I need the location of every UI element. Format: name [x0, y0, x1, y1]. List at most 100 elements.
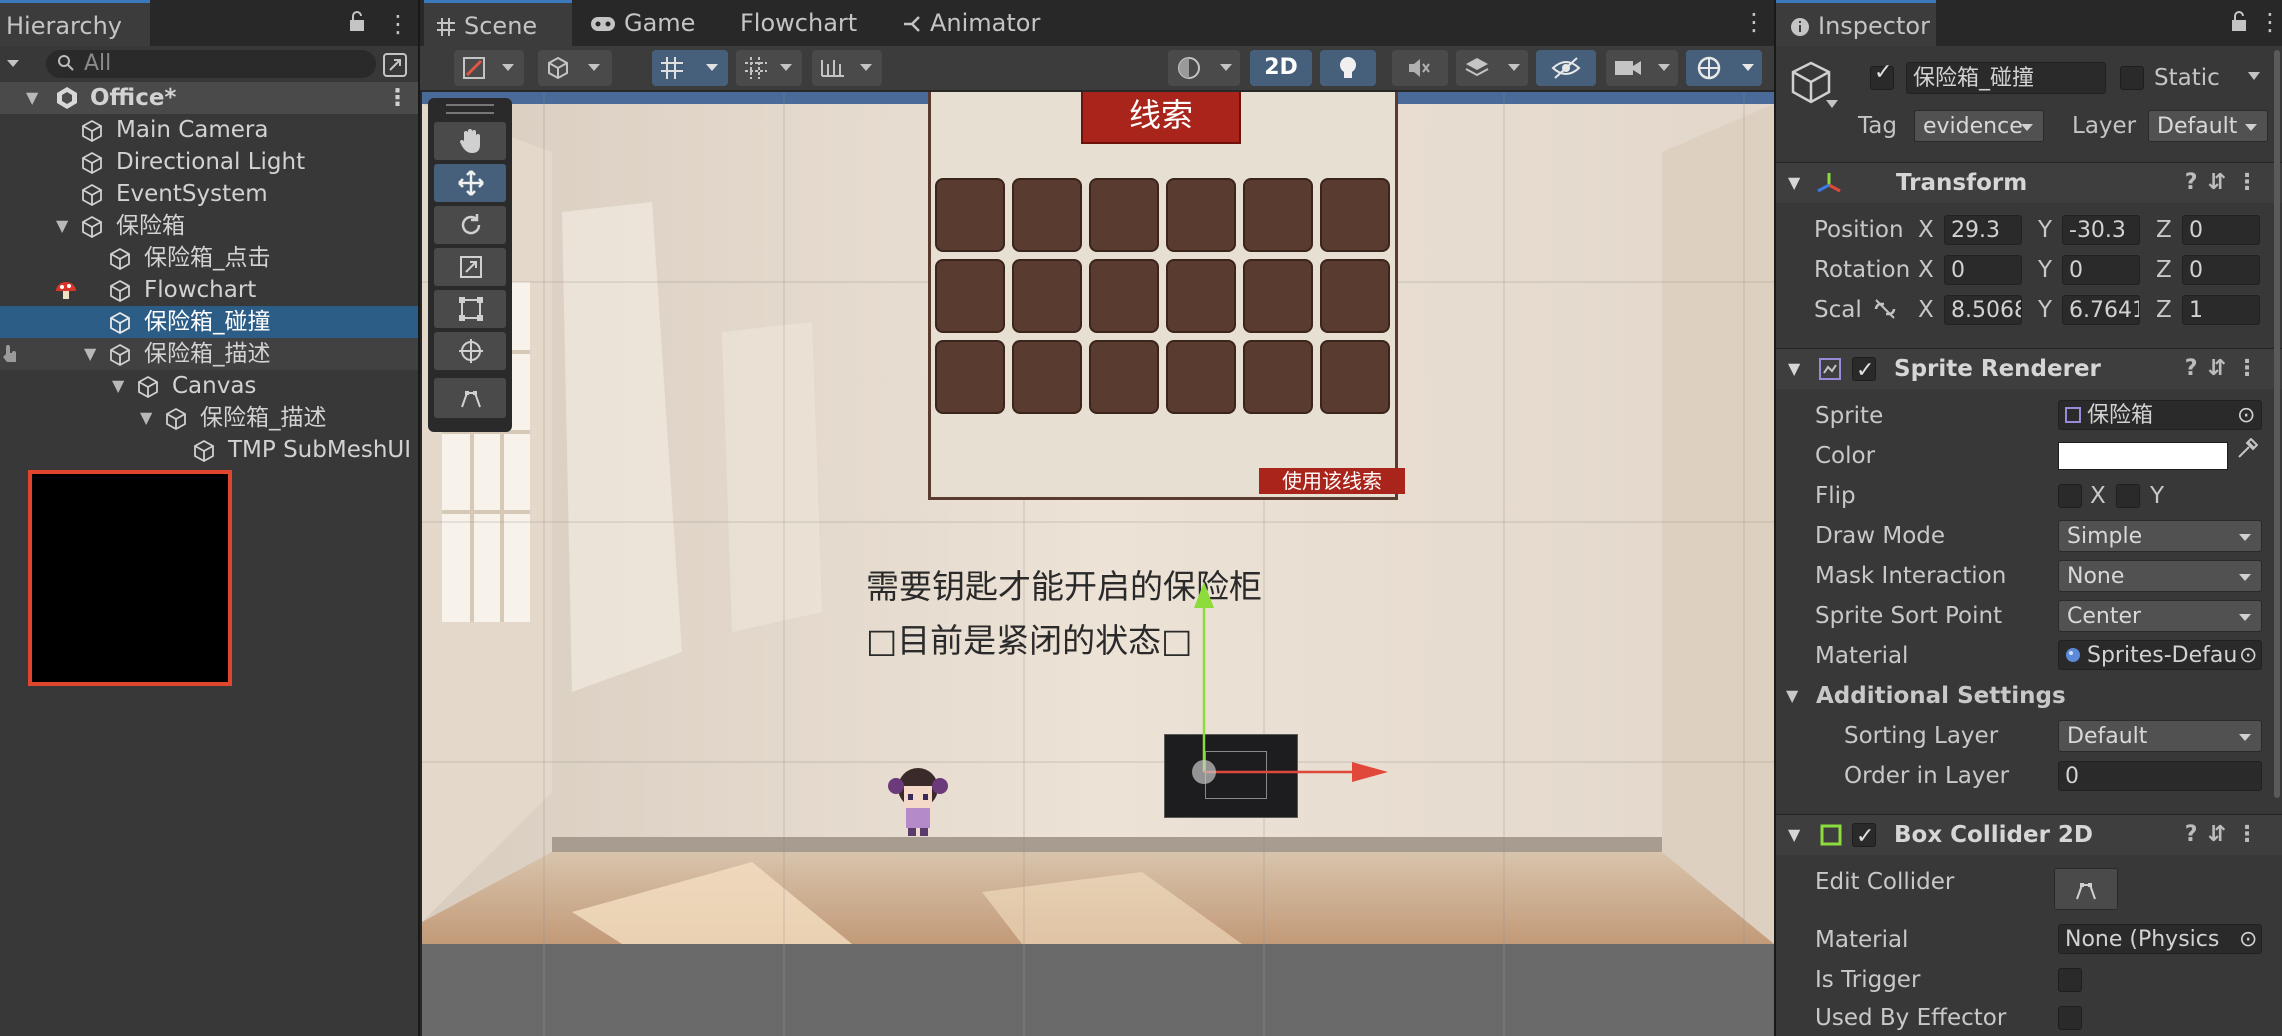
gizmos-button[interactable] — [1686, 50, 1762, 86]
expand-arrow-icon[interactable]: ▼ — [26, 82, 38, 114]
order-in-layer-field[interactable]: 0 — [2058, 761, 2262, 791]
draw-mode-button[interactable] — [454, 50, 524, 86]
constrain-proportions-icon[interactable] — [1872, 298, 1898, 320]
scale-y-field[interactable]: 6.7641 — [2062, 295, 2140, 325]
hierarchy-item-safe-collision[interactable]: 保险箱_碰撞 — [0, 306, 418, 338]
more-options-icon[interactable]: ⋮ — [2258, 8, 2282, 36]
draw-mode-dropdown[interactable]: Simple — [2058, 520, 2262, 552]
clue-slot[interactable] — [1089, 259, 1159, 333]
sprite-object-field[interactable]: 保险箱 ⊙ — [2058, 400, 2262, 430]
lock-icon[interactable] — [348, 10, 366, 34]
move-gizmo[interactable] — [1152, 582, 1392, 792]
search-options-icon[interactable] — [382, 52, 408, 78]
grid-snap-button[interactable] — [652, 50, 728, 86]
clue-slot[interactable] — [1166, 259, 1236, 333]
use-clue-button[interactable]: 使用该线索 — [1259, 468, 1405, 494]
increment-snap-button[interactable] — [736, 50, 802, 86]
tab-flowchart[interactable]: Flowchart — [740, 0, 857, 46]
clue-slot[interactable] — [1320, 178, 1390, 252]
object-picker-icon[interactable]: ⊙ — [2237, 401, 2255, 429]
rotation-y-field[interactable]: 0 — [2062, 255, 2140, 285]
inspector-scrollbar[interactable] — [2274, 50, 2280, 798]
used-by-effector-checkbox[interactable] — [2058, 1006, 2082, 1030]
palette-drag-handle[interactable] — [446, 104, 494, 114]
component-header-icons[interactable]: ?⇵⋮ — [2185, 815, 2268, 855]
scene-viewport[interactable]: 线索 使用该线索 需要钥匙才能开启的保险柜 □目前是紧闭的状态□ — [422, 92, 1774, 1036]
tag-dropdown[interactable]: evidence — [1914, 110, 2044, 142]
tab-scene[interactable]: Scene — [424, 0, 572, 46]
clue-slot[interactable] — [935, 259, 1005, 333]
hidden-objects-button[interactable] — [1536, 50, 1596, 86]
clue-slot[interactable] — [935, 340, 1005, 414]
hierarchy-item-directional-light[interactable]: Directional Light — [0, 146, 418, 178]
box-collider-header[interactable]: ▼ Box Collider 2D ?⇵⋮ — [1776, 814, 2282, 857]
clue-slot[interactable] — [1320, 259, 1390, 333]
color-swatch[interactable] — [2058, 442, 2228, 470]
layer-dropdown[interactable]: Default — [2148, 110, 2268, 142]
tab-game[interactable]: Game — [590, 0, 695, 46]
flip-y-checkbox[interactable] — [2116, 484, 2140, 508]
add-dropdown-icon[interactable] — [6, 56, 20, 70]
hierarchy-search-input[interactable]: All — [46, 50, 376, 78]
rect-tool-button[interactable] — [434, 290, 506, 328]
scene-menu-icon[interactable]: ⋮ — [386, 82, 409, 114]
transform-header[interactable]: ▼ Transform ?⇵⋮ — [1776, 162, 2282, 203]
clue-slot[interactable] — [1243, 178, 1313, 252]
position-y-field[interactable]: -30.3 — [2062, 215, 2140, 245]
expand-arrow-icon[interactable]: ▼ — [56, 210, 68, 242]
object-picker-icon[interactable]: ⊙ — [2237, 641, 2260, 669]
eyedropper-icon[interactable] — [2236, 438, 2258, 460]
hierarchy-item-safe-description[interactable]: ▼ 保险箱_描述 — [0, 338, 418, 370]
sprite-sort-point-dropdown[interactable]: Center — [2058, 600, 2262, 632]
scale-tool-button[interactable] — [434, 248, 506, 286]
edit-collider-button[interactable] — [2054, 868, 2118, 910]
clue-slot[interactable] — [1166, 178, 1236, 252]
custom-tool-button[interactable] — [434, 378, 506, 418]
component-header-icons[interactable]: ?⇵⋮ — [2185, 349, 2268, 389]
clue-slot[interactable] — [1089, 178, 1159, 252]
static-checkbox[interactable] — [2120, 66, 2144, 90]
box-collider-enabled-checkbox[interactable] — [1852, 817, 1876, 857]
position-x-field[interactable]: 29.3 — [1944, 215, 2022, 245]
hierarchy-item-flowchart[interactable]: Flowchart — [0, 274, 418, 306]
scene-menu-icon[interactable]: ⋮ — [1742, 8, 1766, 36]
hierarchy-item-safe-click[interactable]: 保险箱_点击 — [0, 242, 418, 274]
tab-inspector[interactable]: Inspector — [1776, 0, 1936, 46]
additional-settings-row[interactable]: ▼ Additional Settings — [1776, 678, 2282, 714]
flip-x-checkbox[interactable] — [2058, 484, 2082, 508]
rotation-z-field[interactable]: 0 — [2182, 255, 2260, 285]
position-z-field[interactable]: 0 — [2182, 215, 2260, 245]
hierarchy-item-eventsystem[interactable]: EventSystem — [0, 178, 418, 210]
collapse-arrow-icon[interactable]: ▼ — [1788, 815, 1800, 855]
tab-animator[interactable]: Animator — [902, 0, 1040, 46]
object-name-field[interactable]: 保险箱_碰撞 — [1906, 62, 2106, 94]
hand-tool-button[interactable] — [434, 122, 506, 160]
hierarchy-item-safe[interactable]: ▼ 保险箱 — [0, 210, 418, 242]
shading-button[interactable] — [538, 50, 612, 86]
hierarchy-item-safe-description-text[interactable]: ▼ 保险箱_描述 — [0, 402, 418, 434]
mask-interaction-dropdown[interactable]: None — [2058, 560, 2262, 592]
is-trigger-checkbox[interactable] — [2058, 968, 2082, 992]
lock-icon[interactable] — [2230, 10, 2248, 34]
expand-arrow-icon[interactable]: ▼ — [140, 402, 152, 434]
effects-button[interactable] — [1456, 50, 1528, 86]
rotation-x-field[interactable]: 0 — [1944, 255, 2022, 285]
clue-slot[interactable] — [1089, 340, 1159, 414]
clue-slot[interactable] — [1243, 340, 1313, 414]
clue-slot[interactable] — [1012, 340, 1082, 414]
icon-dropdown-icon[interactable] — [1826, 100, 1838, 110]
collapse-arrow-icon[interactable]: ▼ — [1786, 678, 1798, 714]
audio-toggle-button[interactable] — [1392, 50, 1448, 86]
clue-slot[interactable] — [935, 178, 1005, 252]
static-dropdown-icon[interactable] — [2248, 72, 2260, 82]
hierarchy-item-tmp-submesh[interactable]: TMP SubMeshUI — [0, 434, 418, 466]
sprite-renderer-enabled-checkbox[interactable] — [1852, 351, 1876, 391]
material-object-field[interactable]: Sprites-Default ⊙ — [2058, 640, 2262, 670]
clue-slot[interactable] — [1012, 259, 1082, 333]
hierarchy-item-canvas[interactable]: ▼ Canvas — [0, 370, 418, 402]
2d-toggle-button[interactable]: 2D — [1250, 50, 1312, 86]
move-tool-button[interactable] — [434, 164, 506, 202]
more-options-icon[interactable]: ⋮ — [386, 10, 410, 38]
expand-arrow-icon[interactable]: ▼ — [112, 370, 124, 402]
active-checkbox[interactable] — [1870, 60, 1894, 90]
